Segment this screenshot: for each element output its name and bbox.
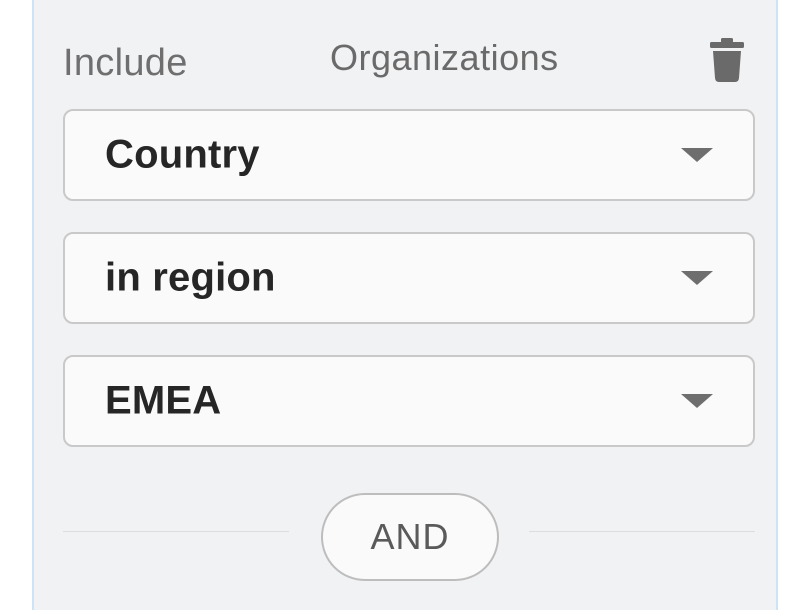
trash-icon-graphic — [710, 38, 744, 82]
value-select[interactable]: EMEA — [63, 355, 755, 447]
trash-icon[interactable] — [710, 38, 744, 82]
caret-down-icon — [681, 394, 713, 408]
caret-down-icon — [681, 271, 713, 285]
entity-type-label: Organizations — [330, 37, 559, 78]
caret-down-icon — [681, 148, 713, 162]
divider-right — [529, 531, 755, 532]
filter-rule-card: Include Organizations Country in region … — [32, 0, 778, 610]
operator-select-value: in region — [105, 255, 276, 300]
page: Include Organizations Country in region … — [0, 0, 800, 610]
field-select-value: Country — [105, 132, 260, 177]
field-select[interactable]: Country — [63, 109, 755, 201]
divider-left — [63, 531, 289, 532]
include-label: Include — [63, 42, 188, 84]
value-select-value: EMEA — [105, 378, 222, 423]
and-combinator-button[interactable]: AND — [321, 493, 499, 581]
operator-select[interactable]: in region — [63, 232, 755, 324]
